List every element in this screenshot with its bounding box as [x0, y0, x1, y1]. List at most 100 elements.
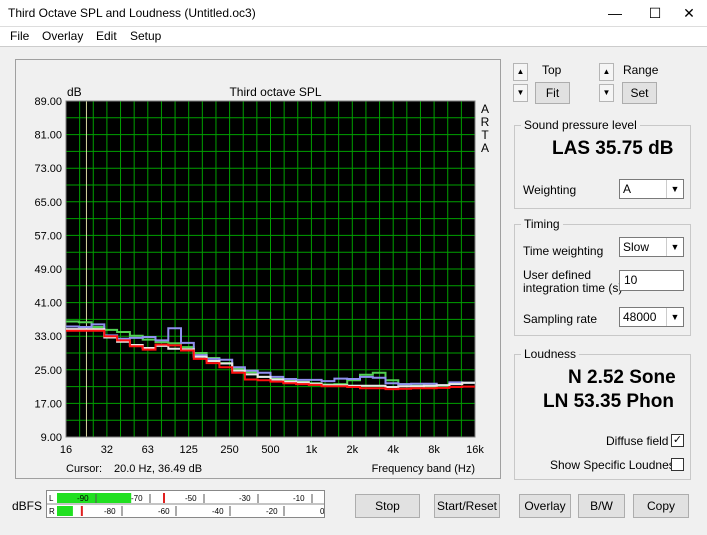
start-reset-button[interactable]: Start/Reset — [434, 494, 500, 518]
spl-readout: LAS 35.75 dB — [552, 138, 674, 159]
x-tick-label: 16k — [466, 444, 484, 456]
time-weighting-select[interactable]: Slow ▼ — [619, 237, 684, 257]
integration-time-input[interactable]: 10 — [619, 270, 684, 291]
set-button[interactable]: Set — [622, 82, 657, 104]
chevron-down-icon: ▼ — [666, 308, 683, 326]
arta-side-label: A — [481, 141, 489, 155]
dbfs-label: dBFS — [12, 499, 43, 513]
spl-chart[interactable]: 89.00 81.00 73.00 65.00 57.00 49.00 41.00 33.00… — [16, 60, 502, 480]
specific-loudness-checkbox[interactable] — [671, 458, 684, 471]
x-tick-label: 250 — [220, 444, 238, 456]
overlay-button[interactable]: Overlay — [519, 494, 571, 518]
y-tick-label: 49.00 — [34, 264, 62, 276]
level-meter: L R -90 -70 -50 -30 -10 -80 -60 -40 -20 0 — [46, 490, 339, 518]
y-tick-label: 41.00 — [34, 298, 62, 310]
y-tick-label: 57.00 — [34, 230, 62, 242]
weighting-value: A — [623, 182, 632, 196]
meter-right-channel-label: R — [49, 507, 55, 516]
arta-side-label: T — [481, 128, 489, 142]
x-tick-label: 500 — [261, 444, 279, 456]
diffuse-field-label: Diffuse field — [606, 434, 669, 448]
top-up-button[interactable]: ▲ — [513, 63, 528, 81]
integration-label-line1: User defined — [523, 268, 592, 282]
meter-top-tick-label: -30 — [239, 494, 251, 503]
minimize-icon[interactable]: — — [600, 3, 630, 23]
top-label: Top — [542, 63, 562, 77]
menu-file[interactable]: File — [10, 29, 29, 43]
x-tick-label: 16 — [60, 444, 72, 456]
loudness-sone-readout: N 2.52 Sone — [568, 367, 676, 388]
fit-button[interactable]: Fit — [535, 82, 570, 104]
y-tick-label: 81.00 — [34, 130, 62, 142]
menu-overlay[interactable]: Overlay — [42, 29, 83, 43]
meter-bottom-tick-label: -80 — [104, 507, 116, 516]
integration-label-line2: integration time (s) — [523, 281, 623, 295]
specific-loudness-label: Show Specific Loudness — [550, 458, 681, 472]
y-tick-label: 65.00 — [34, 197, 62, 209]
y-tick-label: 9.00 — [41, 432, 62, 444]
arta-side-label: A — [481, 102, 489, 116]
meter-top-tick-label: -10 — [293, 494, 305, 503]
x-tick-label: 4k — [387, 444, 399, 456]
sampling-rate-select[interactable]: 48000 ▼ — [619, 307, 684, 327]
y-unit-label: dB — [67, 85, 82, 99]
x-tick-label: 32 — [101, 444, 113, 456]
x-tick-label: 8k — [428, 444, 440, 456]
diffuse-field-checkbox[interactable]: ✓ — [671, 434, 684, 447]
spl-group-title: Sound pressure level — [521, 118, 640, 132]
x-tick-label: 125 — [180, 444, 198, 456]
level-meter-graphic: LR -90 -70 -50 -30 -10 -80 -60 -40 -20 0 — [47, 493, 339, 516]
chevron-down-icon: ▼ — [666, 238, 683, 256]
sampling-rate-value: 48000 — [623, 310, 657, 324]
weighting-label: Weighting — [523, 183, 577, 197]
meter-bottom-tick-label: -40 — [212, 507, 224, 516]
window-title: Third Octave SPL and Loudness (Untitled.… — [8, 6, 256, 20]
y-tick-label: 33.00 — [34, 331, 62, 343]
meter-left-peak-marker — [163, 493, 165, 503]
x-tick-label: 63 — [142, 444, 154, 456]
meter-top-tick-label: -90 — [77, 494, 89, 503]
y-tick-label: 17.00 — [34, 398, 62, 410]
x-tick-label: 2k — [346, 444, 358, 456]
y-tick-label: 89.00 — [34, 96, 62, 108]
meter-top-tick-label: -70 — [131, 494, 143, 503]
copy-button[interactable]: Copy — [633, 494, 689, 518]
top-down-button[interactable]: ▼ — [513, 84, 528, 102]
menu-bar: File Overlay Edit Setup — [0, 27, 707, 46]
time-weighting-value: Slow — [623, 240, 650, 254]
timing-group-title: Timing — [521, 217, 563, 231]
maximize-icon[interactable]: ☐ — [640, 3, 670, 23]
loudness-phon-readout: LN 53.35 Phon — [543, 391, 674, 412]
arta-side-label: R — [481, 115, 490, 129]
sampling-rate-label: Sampling rate — [523, 312, 598, 326]
time-weighting-label: Time weighting — [523, 244, 604, 258]
meter-left-level-bar — [57, 493, 132, 503]
cursor-value: 20.0 Hz, 36.49 dB — [114, 463, 202, 475]
stop-button[interactable]: Stop — [355, 494, 420, 518]
x-axis-label: Frequency band (Hz) — [372, 463, 475, 475]
bw-button[interactable]: B/W — [578, 494, 625, 518]
cursor-label: Cursor: — [66, 463, 102, 475]
range-label: Range — [623, 63, 659, 77]
title-bar: Third Octave SPL and Loudness (Untitled.… — [0, 0, 707, 27]
loudness-group-title: Loudness — [521, 347, 580, 361]
range-down-button[interactable]: ▼ — [599, 84, 614, 102]
meter-right-peak-marker — [80, 506, 83, 516]
menu-setup[interactable]: Setup — [130, 29, 161, 43]
y-tick-label: 73.00 — [34, 163, 62, 175]
close-icon[interactable]: ✕ — [674, 3, 704, 23]
menu-edit[interactable]: Edit — [96, 29, 117, 43]
plot-title: Third octave SPL — [229, 85, 321, 99]
meter-right-level-bar — [57, 506, 73, 516]
meter-bottom-tick-label: -20 — [266, 507, 278, 516]
meter-bottom-tick-label: -60 — [158, 507, 170, 516]
y-tick-label: 25.00 — [34, 365, 62, 377]
meter-left-channel-label: L — [49, 494, 54, 503]
spl-plot-panel: 89.00 81.00 73.00 65.00 57.00 49.00 41.00 33.00… — [15, 59, 501, 479]
weighting-select[interactable]: A ▼ — [619, 179, 684, 199]
range-up-button[interactable]: ▲ — [599, 63, 614, 81]
meter-top-tick-label: -50 — [185, 494, 197, 503]
chevron-down-icon: ▼ — [666, 180, 683, 198]
x-tick-label: 1k — [306, 444, 318, 456]
meter-bottom-tick-label: 0 — [320, 507, 324, 516]
